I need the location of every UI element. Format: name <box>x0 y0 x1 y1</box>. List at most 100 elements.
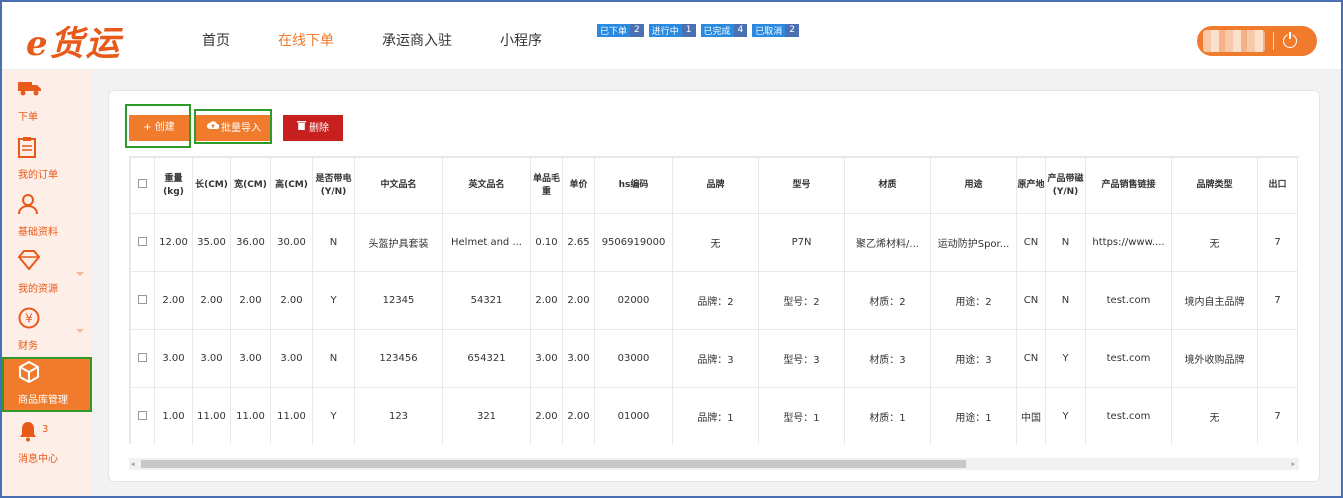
col-header: 产品带磁(Y/N) <box>1045 157 1086 214</box>
table-cell: 运动防护Spor... <box>930 213 1017 272</box>
col-header: 长(CM) <box>192 157 231 214</box>
table-cell: 35.00 <box>192 213 231 272</box>
row-checkbox[interactable] <box>138 236 147 246</box>
table-cell: test.com <box>1085 271 1172 330</box>
table-cell: 0.10 <box>530 213 563 272</box>
table-cell: 无 <box>1171 213 1258 272</box>
col-header: 中文品名 <box>354 157 443 214</box>
nav-mini-program[interactable]: 小程序 <box>500 30 542 50</box>
table-cell: test.com <box>1085 387 1172 444</box>
table-cell: 境内自主品牌 <box>1171 271 1258 330</box>
sidebar-item-order[interactable]: 下单 <box>2 74 92 130</box>
scroll-right-icon[interactable]: ▸ <box>1291 458 1295 470</box>
badge-cancelled[interactable]: 已取消 2 <box>752 24 799 37</box>
row-checkbox[interactable] <box>138 294 147 304</box>
cloud-upload-icon <box>207 115 220 141</box>
clipboard-icon <box>18 136 36 162</box>
sidebar-item-my-orders[interactable]: 我的订单 <box>2 132 92 188</box>
chevron-down-icon <box>76 272 84 276</box>
badge-completed[interactable]: 已完成 4 <box>700 24 748 37</box>
trash-icon <box>297 115 306 141</box>
table-cell: Y <box>312 387 355 444</box>
table-cell: N <box>1045 271 1086 330</box>
cube-icon <box>18 360 40 387</box>
row-checkbox[interactable] <box>138 410 147 420</box>
product-table: 重量(kg) 长(CM) 宽(CM) 高(CM) 是否带电(Y/N) 中文品名 … <box>129 156 1299 444</box>
batch-import-button[interactable]: 批量导入 <box>196 115 272 141</box>
table-header-row: 重量(kg) 长(CM) 宽(CM) 高(CM) 是否带电(Y/N) 中文品名 … <box>130 157 1298 214</box>
table-cell: 11.00 <box>192 387 231 444</box>
table-cell: CN <box>1016 213 1046 272</box>
delete-button[interactable]: 删除 <box>283 115 343 141</box>
nav-carrier-join[interactable]: 承运商入驻 <box>382 30 452 50</box>
table-cell: 654321 <box>442 329 531 388</box>
row-select-cell <box>130 213 155 272</box>
table-cell: 材质：1 <box>844 387 931 444</box>
table-cell: 2.00 <box>530 387 563 444</box>
badge-in-progress[interactable]: 进行中 1 <box>648 24 696 37</box>
diamond-icon <box>17 250 41 274</box>
sidebar-item-product-library[interactable]: 商品库管理 <box>2 357 92 412</box>
table-cell: Y <box>1045 387 1086 444</box>
table-cell: 3.00 <box>270 329 313 388</box>
table-cell: 12345 <box>354 271 443 330</box>
table-cell: 2.00 <box>562 387 595 444</box>
row-checkbox[interactable] <box>138 352 147 362</box>
table-cell: test.com <box>1085 329 1172 388</box>
table-cell: 3.00 <box>230 329 271 388</box>
table-cell: 54321 <box>442 271 531 330</box>
table-cell: 无 <box>672 213 759 272</box>
table-cell: 境外收购品牌 <box>1171 329 1258 388</box>
table-cell: 品牌：3 <box>672 329 759 388</box>
table-cell: 品牌：2 <box>672 271 759 330</box>
sidebar-item-finance[interactable]: ¥ 财务 <box>2 303 92 359</box>
table-cell: 36.00 <box>230 213 271 272</box>
table-cell: 2.00 <box>530 271 563 330</box>
col-header: 原产地 <box>1016 157 1046 214</box>
product-table-grid: 重量(kg) 长(CM) 宽(CM) 高(CM) 是否带电(Y/N) 中文品名 … <box>130 157 1298 444</box>
scroll-thumb[interactable] <box>141 460 966 468</box>
col-header: 高(CM) <box>270 157 313 214</box>
truck-icon <box>18 78 42 100</box>
table-cell: 2.00 <box>230 271 271 330</box>
table-cell: 3.00 <box>192 329 231 388</box>
order-status-badges: 已下单 2 进行中 1 已完成 4 已取消 2 <box>597 24 799 37</box>
table-cell: 11.00 <box>270 387 313 444</box>
app-logo[interactable]: e货运 <box>26 16 122 65</box>
sidebar-item-basic-info[interactable]: 基础资料 <box>2 189 92 245</box>
table-cell: 型号：1 <box>758 387 845 444</box>
logout-icon[interactable] <box>1283 32 1297 48</box>
table-cell: 01000 <box>594 387 673 444</box>
scroll-left-icon[interactable]: ◂ <box>131 458 135 470</box>
user-menu[interactable] <box>1197 26 1317 56</box>
col-header: 产品销售链接 <box>1085 157 1172 214</box>
col-header: hs编码 <box>594 157 673 214</box>
table-row[interactable]: 2.00 2.00 2.00 2.00 Y 12345 54321 2.00 2.00 02000… <box>130 271 1298 330</box>
table-cell: 材质：3 <box>844 329 931 388</box>
horizontal-scrollbar[interactable]: ◂ ▸ <box>129 458 1299 470</box>
table-cell: 7 <box>1257 387 1298 444</box>
col-header: 品牌 <box>672 157 759 214</box>
table-body: 12.00 35.00 36.00 30.00 N 头盔护具套装 Helmet and ..… <box>130 213 1298 444</box>
sidebar: 下单 我的订单 基础资料 我的资源 ¥ 财务 商品库管理 3 消息中心 <box>2 70 92 496</box>
col-header: 材质 <box>844 157 931 214</box>
badge-ordered[interactable]: 已下单 2 <box>597 24 644 37</box>
create-button[interactable]: + 创建 <box>129 115 189 141</box>
row-select-cell <box>130 271 155 330</box>
table-cell: N <box>312 329 355 388</box>
nav-home[interactable]: 首页 <box>202 30 230 50</box>
table-row[interactable]: 12.00 35.00 36.00 30.00 N 头盔护具套装 Helmet and ..… <box>130 213 1298 272</box>
main-nav: 首页 在线下单 承运商入驻 小程序 <box>202 30 590 50</box>
col-header: 英文品名 <box>442 157 531 214</box>
table-cell: 3.00 <box>562 329 595 388</box>
table-cell <box>1257 329 1298 388</box>
nav-online-order[interactable]: 在线下单 <box>278 30 334 50</box>
table-row[interactable]: 3.00 3.00 3.00 3.00 N 123456 654321 3.00 3.00 030… <box>130 329 1298 388</box>
table-cell: N <box>1045 213 1086 272</box>
select-all-checkbox[interactable] <box>138 178 147 188</box>
table-cell: 123 <box>354 387 443 444</box>
table-row[interactable]: 1.00 11.00 11.00 11.00 Y 123 321 2.00 2.00 01000 品… <box>130 387 1298 444</box>
svg-text:¥: ¥ <box>25 312 33 326</box>
sidebar-item-my-resources[interactable]: 我的资源 <box>2 246 92 302</box>
sidebar-item-messages[interactable]: 3 消息中心 <box>2 416 92 472</box>
